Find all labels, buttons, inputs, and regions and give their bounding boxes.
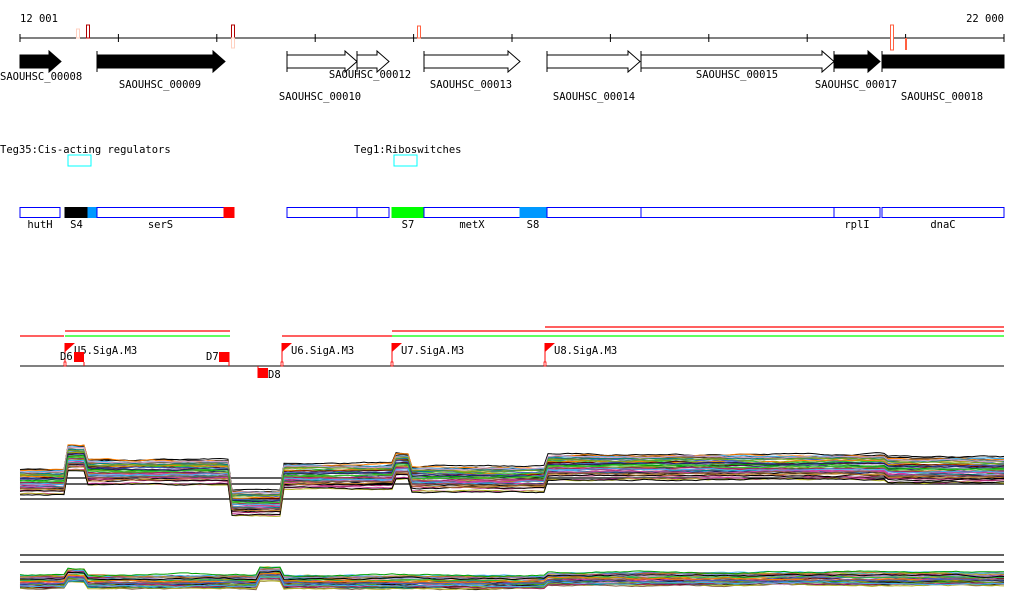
gene-saouhsc-00018[interactable]: SAOUHSC_00018 (881, 51, 1005, 103)
gene-label: SAOUHSC_00012 (329, 69, 411, 81)
feature-label: S4 (70, 219, 83, 231)
feature-box[interactable] (423, 207, 521, 218)
feature-label: metX (459, 219, 485, 231)
feature-box[interactable] (87, 207, 98, 218)
gene-label: SAOUHSC_00018 (901, 91, 983, 103)
feature-box[interactable] (833, 207, 881, 218)
feature-box[interactable] (546, 207, 642, 218)
regulator-box[interactable] (67, 154, 92, 167)
feature-label: serS (148, 219, 173, 231)
feature-box[interactable] (64, 207, 89, 218)
promoter-label: U6.SigA.M3 (291, 345, 354, 357)
gene-saouhsc-00015[interactable]: SAOUHSC_00015 (640, 49, 835, 81)
promoter-flag[interactable]: U6.SigA.M3 (280, 343, 354, 367)
promoter-label: U8.SigA.M3 (554, 345, 617, 357)
site-marker (86, 24, 90, 39)
terminator-label: D6 (60, 351, 73, 363)
gene-label: SAOUHSC_00009 (119, 79, 201, 91)
site-marker (76, 28, 80, 39)
gene-track: SAOUHSC_00008 SAOUHSC_00009 SAOUHSC_00010 S… (0, 49, 1005, 103)
gene-arrow (423, 49, 521, 74)
regulator-track: Teg35:Cis-acting regulators Teg1:Riboswit… (0, 144, 461, 167)
feature-label: S7 (402, 219, 415, 231)
feature-box[interactable] (881, 207, 1005, 218)
gene-label: SAOUHSC_00010 (279, 91, 361, 103)
coordinate-axis: 12 001 22 000 (19, 13, 1005, 51)
terminator-box (258, 368, 268, 378)
gene-arrow (881, 54, 1005, 69)
genome-browser-view[interactable]: 12 001 22 000 SAOUHSC_00008 SAOUHSC_00009… (0, 0, 1024, 611)
gene-saouhsc-00008[interactable]: SAOUHSC_00008 (0, 49, 82, 83)
axis-start-label: 12 001 (20, 13, 58, 25)
feature-box[interactable] (19, 207, 61, 218)
site-marker (890, 24, 894, 51)
regulator-label: Teg35:Cis-acting regulators (0, 144, 171, 156)
gene-label: SAOUHSC_00013 (430, 79, 512, 91)
expression-track-upper (19, 444, 1005, 517)
flag-base (280, 361, 284, 367)
promoter-flag[interactable]: U8.SigA.M3 (543, 343, 617, 367)
expression-track-lower (19, 554, 1005, 591)
gene-label: SAOUHSC_00015 (696, 69, 778, 81)
promoter-flag[interactable]: U7.SigA.M3 (390, 343, 464, 367)
site-marker (231, 37, 235, 49)
feature-track: hutH S4 serS S7 metX S8 rplI dnaC (19, 207, 1005, 231)
feature-box[interactable] (96, 207, 225, 218)
terminator-marker[interactable]: D7 (206, 351, 229, 363)
feature-box[interactable] (640, 207, 835, 218)
flag-base (390, 361, 394, 367)
axis-end-label: 22 000 (966, 13, 1004, 25)
flag-base (543, 361, 547, 367)
gene-saouhsc-00009[interactable]: SAOUHSC_00009 (96, 49, 226, 91)
terminator-box (74, 352, 84, 362)
feature-label: dnaC (930, 219, 955, 231)
terminator-box (219, 352, 229, 362)
gene-label: SAOUHSC_00008 (0, 71, 82, 83)
feature-box[interactable] (519, 207, 547, 218)
promoter-label: U7.SigA.M3 (401, 345, 464, 357)
terminator-label: D7 (206, 351, 219, 363)
terminator-marker[interactable]: D8 (258, 368, 281, 381)
feature-box[interactable] (356, 207, 390, 218)
gene-arrow (833, 49, 881, 74)
gene-arrow (19, 49, 62, 74)
gene-label: SAOUHSC_00014 (553, 91, 635, 103)
terminator-label: D8 (268, 369, 281, 381)
feature-box[interactable] (223, 207, 235, 218)
gene-saouhsc-00013[interactable]: SAOUHSC_00013 (423, 49, 521, 91)
gene-saouhsc-00014[interactable]: SAOUHSC_00014 (546, 49, 641, 103)
site-marker (417, 25, 421, 39)
feature-label: rplI (844, 219, 869, 231)
site-marker (231, 24, 235, 39)
feature-label: hutH (27, 219, 52, 231)
feature-label: S8 (527, 219, 540, 231)
gene-arrow (96, 49, 226, 74)
promoter-track: U5.SigA.M3 U6.SigA.M3 U7.SigA.M3 U8.SigA.M3… (20, 326, 1004, 381)
gene-label: SAOUHSC_00017 (815, 79, 897, 91)
regulator-label: Teg1:Riboswitches (354, 144, 461, 156)
gene-arrow (546, 49, 641, 74)
feature-box[interactable] (286, 207, 358, 218)
regulator-box[interactable] (393, 154, 418, 167)
feature-box[interactable] (391, 207, 425, 218)
terminator-marker[interactable]: D6 (60, 351, 84, 363)
